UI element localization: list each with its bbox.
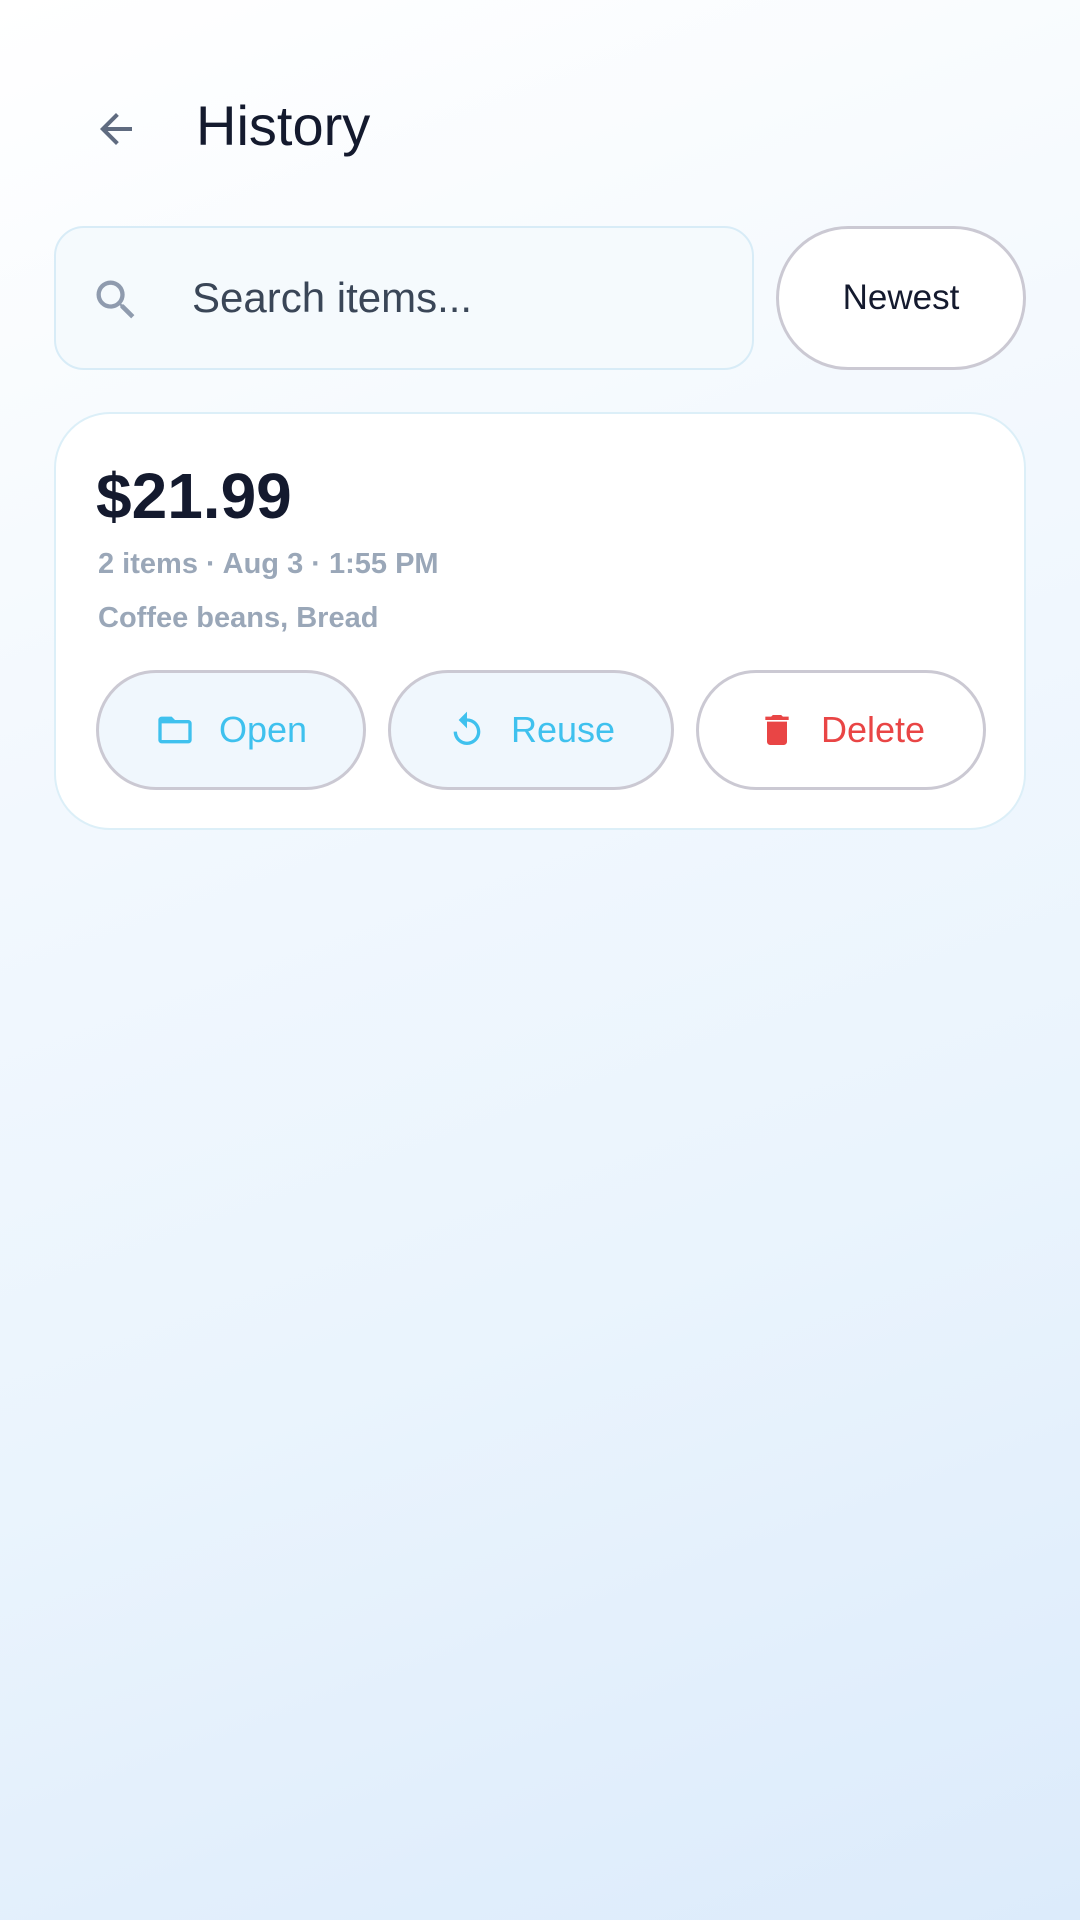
open-label: Open: [218, 709, 308, 750]
order-amount: $21.99: [96, 460, 292, 532]
search-icon: [96, 280, 135, 319]
order-meta: 2 items · Aug 3 · 1:55 PM: [98, 548, 439, 580]
reuse-button[interactable]: Reuse: [388, 670, 674, 790]
search-input[interactable]: [192, 228, 732, 368]
order-items: Coffee beans, Bread: [98, 602, 379, 634]
open-button[interactable]: Open: [96, 670, 366, 790]
arrow-left-icon: [100, 113, 132, 145]
delete-label: Delete: [820, 709, 926, 750]
back-button[interactable]: [80, 93, 152, 165]
history-card: $21.99 2 items · Aug 3 · 1:55 PM Coffee …: [54, 412, 1026, 830]
reuse-label: Reuse: [510, 709, 616, 750]
page-title: History: [196, 94, 371, 157]
delete-button[interactable]: Delete: [696, 670, 986, 790]
folder-icon: [155, 710, 195, 750]
search-box[interactable]: [54, 226, 754, 370]
app-header: History: [0, 70, 1080, 180]
refresh-icon: [447, 710, 487, 750]
trash-icon: [757, 710, 797, 750]
sort-button[interactable]: Newest: [776, 226, 1026, 370]
